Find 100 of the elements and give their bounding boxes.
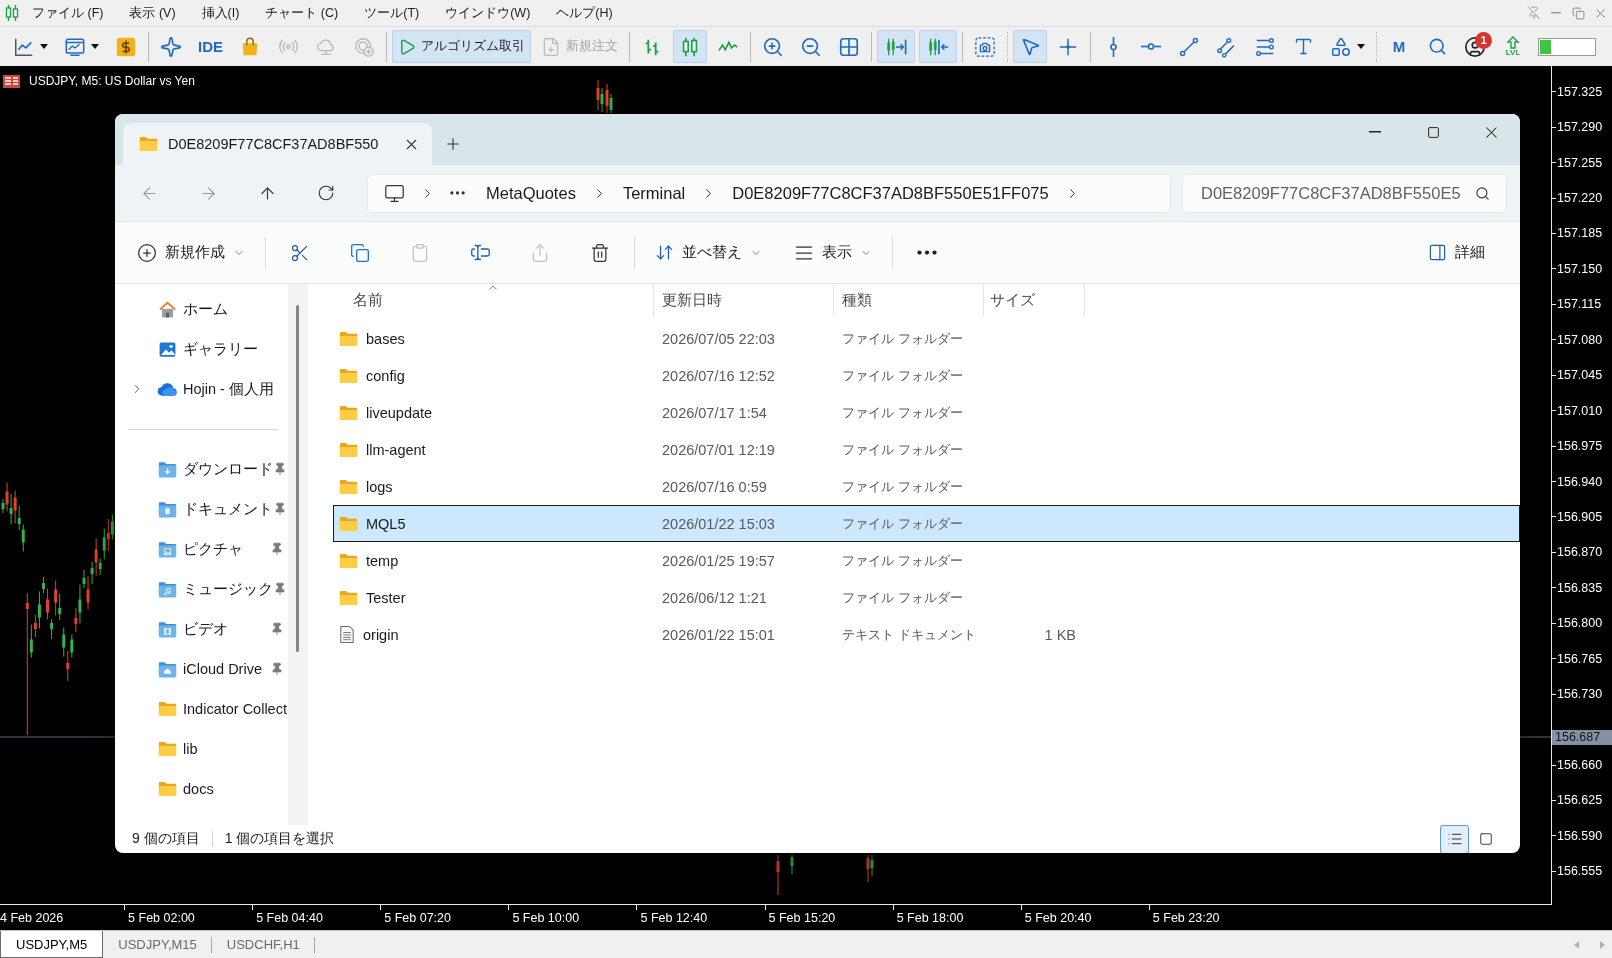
column-header[interactable]: 名前 <box>333 284 654 316</box>
menu-item[interactable]: 挿入(I) <box>188 0 253 26</box>
breadcrumb-item[interactable]: D0E8209F77C8CF37AD8BF550E51FF075 <box>726 178 1055 208</box>
current-price-label: 156.687 <box>1552 729 1612 745</box>
cursor-button[interactable] <box>1013 30 1047 63</box>
price-label: 157.115 <box>1557 297 1602 312</box>
folder-icon <box>339 404 358 421</box>
grid-icon <box>838 35 860 58</box>
menu-item[interactable]: ウインドウ(W) <box>432 0 544 26</box>
address-bar[interactable]: MetaQuotes Terminal D0E8209F77C8CF37AD8BF550E51FF075 <box>367 173 1171 213</box>
vertical-line-icon <box>1109 35 1117 58</box>
sidebar-item[interactable]: docs <box>115 769 288 809</box>
breadcrumb-item[interactable]: Terminal <box>616 178 692 208</box>
view-button[interactable]: 表示 <box>786 234 880 271</box>
up-arrow-icon <box>1506 36 1520 49</box>
picture-icon <box>158 339 177 359</box>
search-field[interactable]: D0E8209F77C8CF37AD8BF550E5 <box>1182 173 1507 213</box>
file-row[interactable]: llm-agent 2026/07/01 12:19 ファイル フォルダー <box>333 431 1520 468</box>
type-cell: ファイル フォルダー <box>842 366 963 385</box>
folder-icon <box>339 552 358 569</box>
m-button[interactable]: M <box>1382 30 1416 63</box>
file-row[interactable]: origin 2026/01/22 15:01 テキスト ドキュメント 1 KB <box>333 616 1520 653</box>
date-cell: 2026/01/22 15:03 <box>662 515 775 532</box>
sidebar-item[interactable]: lib <box>115 729 288 769</box>
account-button[interactable]: 1 <box>1458 30 1492 63</box>
file-row[interactable]: MQL5 2026/01/22 15:03 ファイル フォルダー <box>333 505 1520 542</box>
price-label: 157.255 <box>1557 155 1603 170</box>
price-label: 156.905 <box>1557 509 1603 524</box>
chart-shift-button[interactable] <box>919 30 957 63</box>
details-view-button[interactable] <box>1440 824 1469 853</box>
scrollbar-thumb[interactable] <box>296 305 299 652</box>
file-row[interactable]: bases 2026/07/05 22:03 ファイル フォルダー <box>333 320 1520 357</box>
sidebar-item[interactable]: ドキュメント <box>115 489 288 529</box>
sidebar-item[interactable]: Hojin - 個人用 <box>115 369 288 409</box>
sidebar-item[interactable]: ホーム <box>115 289 288 329</box>
details-pane-button[interactable]: 詳細 <box>1420 234 1493 271</box>
file-row[interactable]: Tester 2026/06/12 1:21 ファイル フォルダー <box>333 579 1520 616</box>
sidebar-item[interactable]: ピクチャ <box>115 529 288 569</box>
file-row[interactable]: liveupdate 2026/07/17 1:54 ファイル フォルダー <box>333 394 1520 431</box>
restore-icon <box>1571 6 1585 20</box>
menu-item[interactable]: ツール(T) <box>351 0 433 26</box>
candles-logo-icon <box>5 5 19 21</box>
column-header[interactable]: 種類 <box>834 284 984 316</box>
file-row[interactable]: logs 2026/07/16 0:59 ファイル フォルダー <box>333 468 1520 505</box>
candlestick-button[interactable] <box>673 30 707 63</box>
column-header[interactable]: サイズ <box>984 284 1085 316</box>
chart-tab[interactable]: USDJPY,M5 <box>0 931 104 958</box>
price-label: 156.870 <box>1557 545 1603 560</box>
download-folder-icon <box>158 460 177 478</box>
zoom-out-icon <box>800 35 822 58</box>
folder-icon <box>158 781 177 797</box>
sidebar-item[interactable]: Indicator Collect <box>115 689 288 729</box>
folder-icon <box>139 136 158 152</box>
square-icon <box>1478 832 1493 846</box>
auto-scroll-button[interactable] <box>877 30 915 63</box>
type-cell: テキスト ドキュメント <box>842 625 976 644</box>
folder-tab[interactable]: D0E8209F77C8CF37AD8BF550 <box>123 123 432 165</box>
sort-button[interactable]: 並べ替え <box>647 234 770 271</box>
menu-item[interactable]: ヘルプ(H) <box>543 0 626 26</box>
time-label: 5 Feb 20:40 <box>1024 910 1092 925</box>
algo-trading-button[interactable]: アルゴリズム取引 <box>392 30 531 63</box>
sidebar-item[interactable]: ダウンロード <box>115 449 288 489</box>
menu-item[interactable]: ファイル (F) <box>19 0 117 26</box>
play-icon <box>398 37 416 56</box>
pin-off-icon <box>1527 6 1541 20</box>
file-name: origin <box>363 626 399 643</box>
column-header[interactable]: 更新日時 <box>654 284 834 316</box>
new-button[interactable]: 新規作成 <box>129 234 253 271</box>
ide-button[interactable]: IDE <box>192 30 229 63</box>
chart-title: USDJPY, M5: US Dollar vs Yen <box>29 74 195 88</box>
file-name: liveupdate <box>366 404 433 421</box>
file-row[interactable]: config 2026/07/16 12:52 ファイル フォルダー <box>333 357 1520 394</box>
candlesticks <box>596 79 613 114</box>
time-label: 5 Feb 07:20 <box>384 910 451 925</box>
caret-icon <box>1357 44 1365 49</box>
price-label: 156.590 <box>1557 828 1603 843</box>
file-name: llm-agent <box>366 441 426 458</box>
sidebar-item[interactable]: ミュージック <box>115 569 288 609</box>
sidebar-item[interactable]: ギャラリー <box>115 329 288 369</box>
price-label: 156.940 <box>1557 474 1603 489</box>
menu-item[interactable]: チャート (C) <box>252 0 352 26</box>
level-lines-icon <box>1254 35 1276 58</box>
time-label: 5 Feb 02:00 <box>128 910 195 925</box>
file-row[interactable]: temp 2026/01/25 19:57 ファイル フォルダー <box>333 542 1520 579</box>
menu-item[interactable]: 表示 (V) <box>116 0 189 26</box>
sidebar-item[interactable]: iCloud Drive <box>115 649 288 689</box>
file-name: config <box>366 367 405 384</box>
minimize-icon <box>1369 131 1381 133</box>
file-name: temp <box>366 552 399 569</box>
date-cell: 2026/07/17 1:54 <box>662 404 767 421</box>
type-cell: ファイル フォルダー <box>842 403 963 422</box>
price-label: 157.010 <box>1557 403 1603 418</box>
shapes-icon <box>1330 35 1352 58</box>
price-label: 157.045 <box>1557 368 1603 383</box>
videos-folder-icon <box>158 620 177 638</box>
folder-icon <box>158 701 177 717</box>
list-icon <box>1446 831 1463 847</box>
camera-icon <box>974 35 996 58</box>
sidebar-item[interactable]: ビデオ <box>115 609 288 649</box>
breadcrumb-item[interactable]: MetaQuotes <box>480 178 582 208</box>
